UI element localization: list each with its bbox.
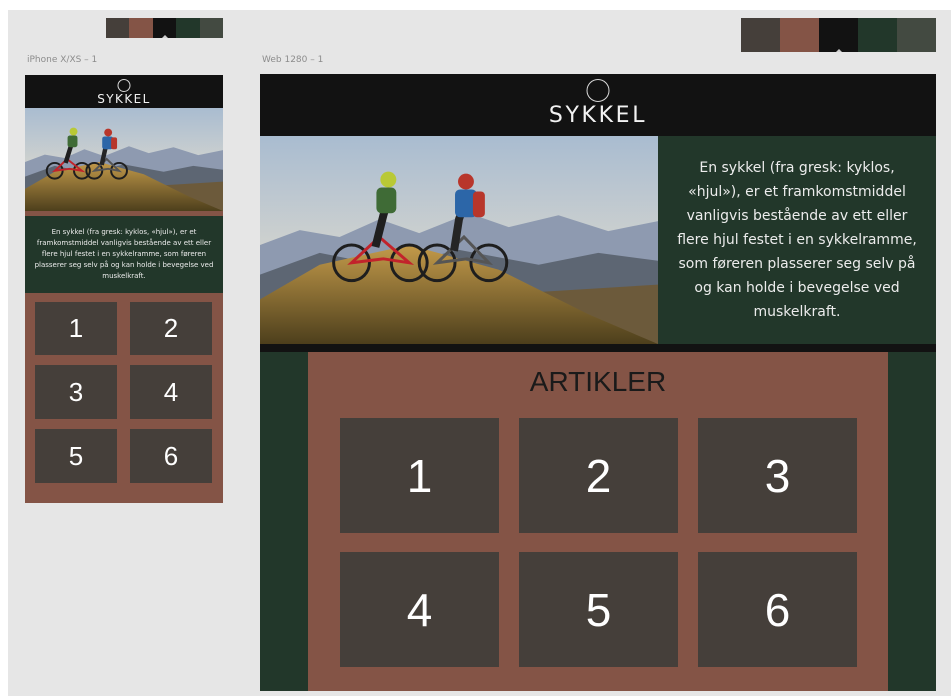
palette-swatch-0[interactable] [106, 18, 129, 38]
web-header: SYKKEL [260, 74, 936, 136]
web-hero-image [260, 136, 658, 344]
web-frame[interactable]: SYKKEL En sykkel (fra gresk: kyklos, «hj… [260, 74, 936, 691]
logo-icon [117, 79, 131, 92]
color-palette-small [106, 18, 223, 38]
palette-swatch-1[interactable] [129, 18, 153, 38]
article-tile[interactable]: 6 [698, 552, 857, 667]
palette-swatch-2[interactable] [819, 18, 858, 52]
web-intro-text: En sykkel (fra gresk: kyklos, «hjul»), e… [658, 136, 936, 344]
palette-swatch-4[interactable] [200, 18, 223, 38]
articles-heading: ARTIKLER [529, 366, 667, 397]
mobile-article-tile[interactable]: 6 [130, 429, 212, 483]
palette-swatch-2[interactable] [153, 18, 176, 38]
article-tile[interactable]: 2 [519, 418, 678, 533]
mobile-article-tile[interactable]: 5 [35, 429, 117, 483]
logo-icon [586, 79, 610, 102]
palette-swatch-1[interactable] [780, 18, 819, 52]
mobile-article-tile[interactable]: 3 [35, 365, 117, 419]
mobile-article-tile[interactable]: 2 [130, 302, 212, 355]
palette-swatch-0[interactable] [741, 18, 780, 52]
mobile-hero-image [25, 108, 223, 211]
articles-section: ARTIKLER 1 2 3 4 5 6 [308, 352, 888, 691]
article-tile[interactable]: 4 [340, 552, 499, 667]
web-divider [260, 344, 936, 352]
palette-swatch-4[interactable] [897, 18, 936, 52]
mobile-frame-label[interactable]: iPhone X/XS – 1 [27, 55, 97, 65]
color-palette-large [741, 18, 936, 52]
web-brand[interactable]: SYKKEL [260, 103, 936, 128]
mobile-article-tile[interactable]: 1 [35, 302, 117, 355]
article-tile[interactable]: 5 [519, 552, 678, 667]
mobile-article-tile[interactable]: 4 [130, 365, 212, 419]
mobile-brand[interactable]: SYKKEL [25, 92, 223, 106]
mobile-header: SYKKEL [25, 75, 223, 108]
palette-swatch-3[interactable] [858, 18, 897, 52]
web-frame-label[interactable]: Web 1280 – 1 [262, 55, 323, 65]
article-tile[interactable]: 1 [340, 418, 499, 533]
article-tile[interactable]: 3 [698, 418, 857, 533]
palette-swatch-3[interactable] [176, 18, 200, 38]
mobile-intro-text: En sykkel (fra gresk: kyklos, «hjul»), e… [25, 216, 223, 293]
mobile-frame[interactable]: SYKKEL En sykkel (fra gresk: kyklos, «hj… [25, 75, 223, 503]
